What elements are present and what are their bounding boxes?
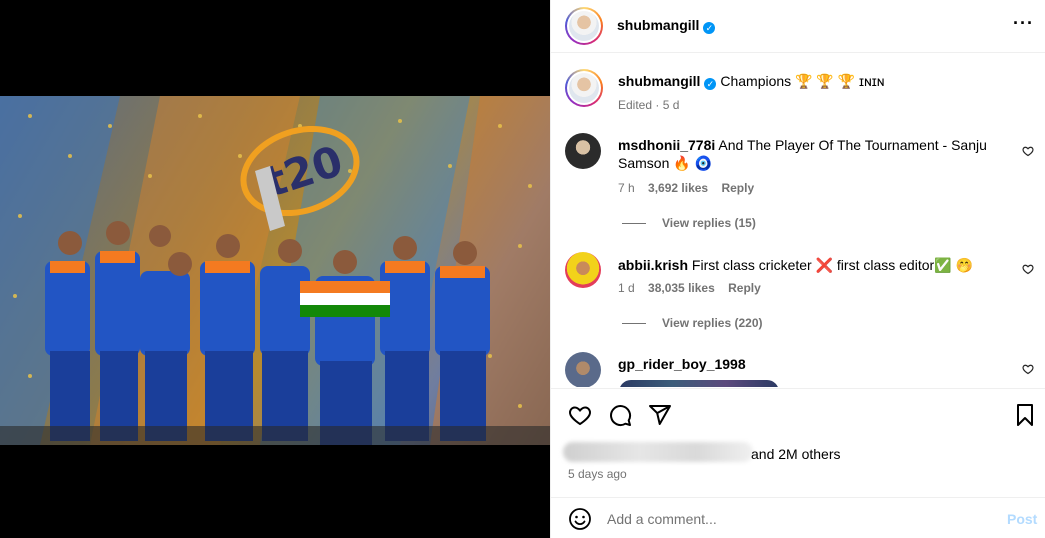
heart-icon[interactable]: [1022, 263, 1034, 275]
caption-avatar[interactable]: [565, 69, 603, 107]
comment-username[interactable]: abbii.krish: [618, 257, 688, 273]
comment-text: Samson 🔥 🧿: [618, 155, 713, 171]
heart-icon[interactable]: [1022, 363, 1034, 375]
post-timestamp[interactable]: 5 days ago: [568, 467, 627, 481]
caption-username[interactable]: shubmangill: [618, 73, 700, 89]
comment-line: abbii.krish First class cricketer ❌ firs…: [618, 256, 973, 274]
verified-badge-icon: ✓: [703, 22, 716, 34]
comment-time: 7 h: [618, 181, 635, 195]
replies-divider: [622, 323, 646, 325]
comment-avatar[interactable]: [565, 133, 601, 169]
comment-avatar[interactable]: [565, 352, 601, 387]
author-username-text[interactable]: shubmangill: [617, 17, 699, 33]
emoji-icon[interactable]: [568, 507, 592, 531]
heart-icon[interactable]: [568, 403, 592, 427]
comment-line: gp_rider_boy_1998: [618, 355, 746, 373]
comment-likes[interactable]: 3,692 likes: [648, 181, 708, 195]
author-avatar[interactable]: [565, 7, 603, 45]
comment-line: msdhonii_778i And The Player Of The Tour…: [618, 136, 987, 154]
caption-meta: Edited · 5 d: [618, 98, 689, 112]
liked-by-blurred[interactable]: [563, 442, 753, 462]
bookmark-icon[interactable]: [1013, 403, 1037, 427]
comment-username[interactable]: msdhonii_778i: [618, 137, 715, 153]
comment-meta: 1 d 38,035 likes Reply: [618, 281, 771, 295]
view-replies-text[interactable]: View replies (220): [662, 316, 763, 330]
caption-text: Champions 🏆 🏆 🏆 ɪɴɪɴ: [720, 73, 885, 89]
comment-text: First class cricketer ❌ first class edit…: [691, 257, 973, 273]
team-celebration-image: t20: [0, 96, 550, 445]
comment-time: 1 d: [618, 281, 635, 295]
reply-button[interactable]: Reply: [728, 281, 761, 295]
media-pane: t20: [0, 0, 550, 538]
likes-suffix[interactable]: and 2M others: [751, 446, 841, 462]
likes-summary[interactable]: and 2M others: [751, 446, 841, 462]
more-horizontal-icon[interactable]: ···: [1013, 13, 1034, 34]
avatar-image: [569, 73, 599, 103]
comment-composer: Post: [551, 497, 1045, 538]
reply-button[interactable]: Reply: [721, 181, 754, 195]
comment-input[interactable]: [607, 508, 987, 530]
verified-badge-icon: ✓: [704, 78, 717, 90]
comment-avatar[interactable]: [565, 252, 601, 288]
post-side-panel: shubmangill ✓ ··· shubmangill ✓ Champions …: [550, 0, 1045, 538]
comment-likes[interactable]: 38,035 likes: [648, 281, 715, 295]
replies-divider: [622, 223, 646, 225]
comment-media-thumbnail[interactable]: [619, 380, 779, 387]
comment-text: And The Player Of The Tournament - Sanju: [718, 137, 987, 153]
author-username[interactable]: shubmangill ✓: [617, 17, 716, 34]
post-dialog: t20 shubmangill ✓ ··· shubmangill ✓ Cham…: [0, 0, 1045, 538]
comment-icon[interactable]: [608, 403, 632, 427]
comment-meta: 7 h 3,692 likes Reply: [618, 181, 764, 195]
avatar-image: [569, 11, 599, 41]
heart-icon[interactable]: [1022, 145, 1034, 157]
caption-edited: Edited · 5 d: [618, 98, 680, 112]
view-replies-button[interactable]: View replies (15): [622, 216, 756, 230]
view-replies-text[interactable]: View replies (15): [662, 216, 756, 230]
caption-line: shubmangill ✓ Champions 🏆 🏆 🏆 ɪɴɪɴ: [618, 72, 884, 90]
share-icon[interactable]: [648, 403, 672, 427]
comment-username[interactable]: gp_rider_boy_1998: [618, 356, 746, 372]
post-photo[interactable]: t20: [0, 96, 550, 445]
post-button[interactable]: Post: [1007, 511, 1037, 527]
view-replies-button[interactable]: View replies (220): [622, 316, 763, 330]
comments-list[interactable]: shubmangill ✓ Champions 🏆 🏆 🏆 ɪɴɪɴ Edited…: [551, 54, 1045, 387]
post-header: shubmangill ✓ ···: [551, 0, 1045, 53]
comment-line-continued: Samson 🔥 🧿: [618, 154, 712, 172]
